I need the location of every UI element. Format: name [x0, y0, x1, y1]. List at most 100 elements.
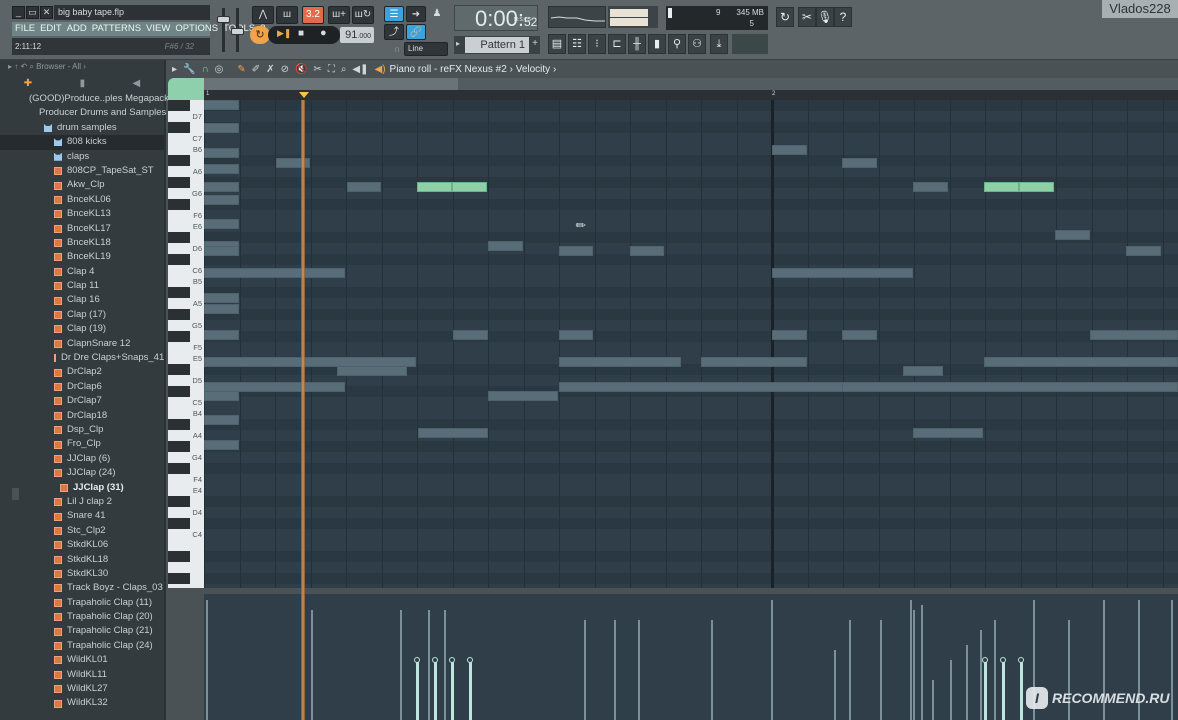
note[interactable]	[337, 366, 407, 376]
note[interactable]	[204, 182, 239, 192]
stop-button[interactable]: ■	[298, 28, 304, 39]
note[interactable]	[701, 357, 807, 367]
browser-file[interactable]: ClapnSnare 12	[0, 337, 164, 351]
browser-file[interactable]: Clap 16	[0, 293, 164, 307]
undo-history-button[interactable]: ↻	[776, 7, 794, 27]
selected-note[interactable]	[452, 182, 487, 192]
browser-icon[interactable]: ⊏	[608, 34, 626, 54]
maximize-button[interactable]: ▭	[26, 6, 39, 19]
velocity-bar[interactable]	[950, 660, 952, 720]
note[interactable]	[204, 123, 239, 133]
plugin-icon[interactable]: ⚲	[668, 34, 686, 54]
black-key[interactable]	[168, 253, 190, 265]
velocity-handle[interactable]	[467, 657, 473, 663]
slip-tool-icon[interactable]: 🔇	[295, 64, 307, 75]
master-volume-slider[interactable]	[217, 8, 230, 52]
browser-file[interactable]: WildKL11	[0, 668, 164, 682]
menu-patterns[interactable]: PATTERNS	[92, 22, 141, 36]
browser-file[interactable]: Dr Dre Claps+Snaps_41	[0, 351, 164, 365]
selected-note[interactable]	[1019, 182, 1054, 192]
velocity-bar[interactable]	[638, 620, 640, 720]
piano-roll-icon[interactable]: ⁝	[588, 34, 606, 54]
note[interactable]	[913, 428, 983, 438]
velocity-bar[interactable]	[932, 680, 934, 720]
velocity-bar[interactable]	[880, 620, 882, 720]
browser-file[interactable]: Dsp_Clp	[0, 423, 164, 437]
browser-file[interactable]: Track Boyz - Claps_03	[0, 581, 164, 595]
microphone-button[interactable]: 🎙	[816, 7, 834, 27]
selected-velocity-bar[interactable]	[469, 660, 472, 720]
link-button[interactable]: 🔗	[406, 24, 426, 40]
browser-folder[interactable]: (GOOD)Produce..ples Megapack	[0, 92, 169, 106]
browser-file[interactable]: Trapaholic Clap (20)	[0, 610, 164, 624]
play-button[interactable]: ▶❚	[277, 28, 291, 39]
menu-options[interactable]: OPTIONS	[175, 22, 218, 36]
project-info-icon[interactable]: ▮	[648, 34, 666, 54]
browser-file[interactable]: Trapaholic Clap (21)	[0, 624, 164, 638]
velocity-bar[interactable]	[849, 620, 851, 720]
selected-velocity-bar[interactable]	[451, 660, 454, 720]
browser-file[interactable]: 808CP_TapeSat_ST	[0, 164, 164, 178]
pattern-label[interactable]: Pattern 1	[465, 37, 529, 53]
snap-corner[interactable]	[168, 78, 204, 100]
black-key[interactable]	[168, 308, 190, 320]
note[interactable]	[204, 195, 239, 205]
browser-file[interactable]: BnceKL06	[0, 193, 164, 207]
note[interactable]	[347, 182, 381, 192]
browser-folder[interactable]: claps	[0, 150, 164, 164]
browser-file[interactable]: DrClap2	[0, 365, 164, 379]
browser-file[interactable]: BnceKL13	[0, 207, 164, 221]
note[interactable]	[1090, 330, 1178, 340]
browser-file[interactable]: Trapaholic Clap (11)	[0, 596, 164, 610]
paint-brush-icon[interactable]: ✐	[252, 64, 260, 75]
browser-file[interactable]: DrClap18	[0, 409, 164, 423]
black-key[interactable]	[168, 572, 190, 584]
black-key[interactable]	[168, 363, 190, 375]
browser-file[interactable]: Fro_Clp	[0, 437, 164, 451]
browser-add-icon[interactable]: ✚	[24, 78, 32, 89]
velocity-bar[interactable]	[711, 620, 713, 720]
browser-folder[interactable]: drum samples	[0, 121, 164, 135]
velocity-bar[interactable]	[994, 620, 996, 720]
master-pitch-slider[interactable]	[231, 8, 244, 52]
playlist-icon[interactable]: ▤	[548, 34, 566, 54]
browser-file[interactable]: DrClap7	[0, 394, 164, 408]
menu-file[interactable]: FILE	[15, 22, 35, 36]
pattern-song-toggle[interactable]: ↻	[250, 26, 270, 44]
browser-folder[interactable]: Producer Drums and Samples	[0, 106, 166, 120]
browser-file[interactable]: Clap (17)	[0, 308, 164, 322]
browser-file[interactable]: StkdKL06	[0, 538, 164, 552]
selected-velocity-bar[interactable]	[984, 660, 987, 720]
note[interactable]	[204, 164, 239, 174]
menu-edit[interactable]: EDIT	[40, 22, 62, 36]
note[interactable]	[1055, 230, 1090, 240]
mute-tool-icon[interactable]: ⊘	[281, 64, 289, 75]
menu-view[interactable]: VIEW	[146, 22, 170, 36]
black-key[interactable]	[168, 550, 190, 562]
note[interactable]	[772, 145, 807, 155]
stamp-icon[interactable]: ◎	[215, 64, 224, 75]
velocity-bar[interactable]	[400, 610, 402, 720]
note[interactable]	[204, 330, 239, 340]
playback-tool-icon[interactable]: ◀❚	[352, 64, 368, 75]
velocity-bar[interactable]	[206, 600, 208, 720]
note[interactable]	[488, 241, 523, 251]
velocity-handle[interactable]	[1000, 657, 1006, 663]
velocity-bar[interactable]	[966, 645, 968, 720]
velocity-handle[interactable]	[1018, 657, 1024, 663]
velocity-bar[interactable]	[428, 610, 430, 720]
browser-file[interactable]: Clap 11	[0, 279, 164, 293]
note[interactable]	[204, 219, 239, 229]
note[interactable]	[984, 357, 1178, 367]
menu-arrow-icon[interactable]: ▸	[172, 64, 177, 75]
step-edit-button[interactable]: ш+	[328, 6, 350, 24]
event-target[interactable]: Velocity	[516, 64, 550, 75]
black-key[interactable]	[168, 462, 190, 474]
snap-mode-select[interactable]: Line	[404, 42, 448, 56]
note[interactable]	[630, 246, 664, 256]
note[interactable]	[204, 293, 239, 303]
velocity-bar[interactable]	[444, 610, 446, 720]
master-knob-icon[interactable]: ♟	[428, 6, 446, 32]
browser-file[interactable]: BnceKL18	[0, 236, 164, 250]
download-icon[interactable]: ⤓	[710, 34, 728, 54]
